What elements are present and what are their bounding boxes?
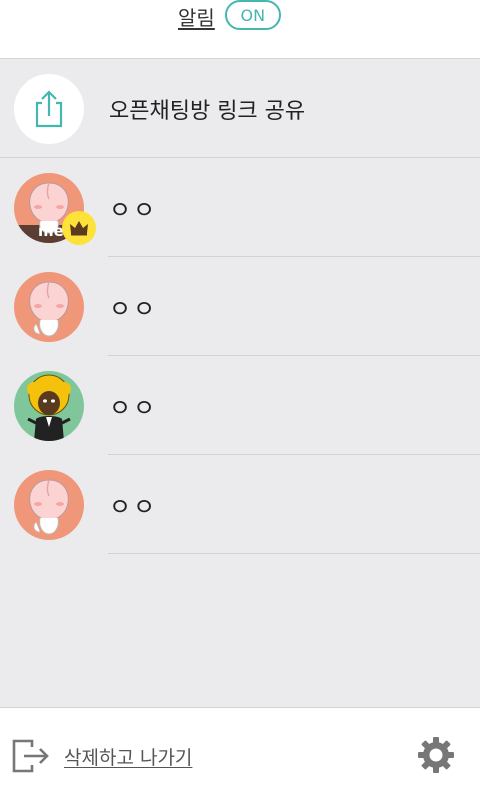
member-list: 오픈채팅방 링크 공유 me ㅇㅇ ㅇㅇ ㅇㅇ ㅇㅇ xyxy=(0,59,480,554)
share-icon xyxy=(35,90,63,128)
notification-label[interactable]: 알림 xyxy=(178,2,215,31)
member-row[interactable]: ㅇㅇ xyxy=(0,455,480,554)
avatar xyxy=(14,272,84,342)
leave-button[interactable]: 삭제하고 나가기 xyxy=(12,736,192,776)
share-link-row[interactable]: 오픈채팅방 링크 공유 xyxy=(0,59,480,158)
host-badge xyxy=(62,211,96,245)
member-name: ㅇㅇ xyxy=(109,493,158,521)
share-link-label: 오픈채팅방 링크 공유 xyxy=(109,98,306,124)
peach-character-icon xyxy=(14,470,84,540)
divider xyxy=(108,553,480,554)
avatar xyxy=(14,371,84,441)
crown-icon xyxy=(70,221,88,236)
peach-character-icon xyxy=(14,272,84,342)
notification-toggle[interactable]: ON xyxy=(224,0,281,30)
member-row[interactable]: ㅇㅇ xyxy=(0,257,480,356)
member-row[interactable]: ㅇㅇ xyxy=(0,356,480,455)
footer: 삭제하고 나가기 xyxy=(0,707,480,786)
header: 알림 ON xyxy=(0,0,480,59)
notification-setting: 알림 ON xyxy=(178,0,281,32)
me-tag: me xyxy=(38,222,64,240)
member-name: ㅇㅇ xyxy=(109,394,158,422)
member-row[interactable]: me ㅇㅇ xyxy=(0,158,480,257)
share-icon-circle xyxy=(14,74,84,144)
exit-icon xyxy=(12,739,49,773)
avatar xyxy=(14,470,84,540)
afro-character-icon xyxy=(14,371,84,441)
gear-icon xyxy=(418,737,454,773)
member-name: ㅇㅇ xyxy=(109,196,158,224)
member-name: ㅇㅇ xyxy=(109,295,158,323)
settings-button[interactable] xyxy=(416,735,456,775)
leave-label: 삭제하고 나가기 xyxy=(64,746,193,769)
notification-toggle-label: ON xyxy=(240,5,266,25)
